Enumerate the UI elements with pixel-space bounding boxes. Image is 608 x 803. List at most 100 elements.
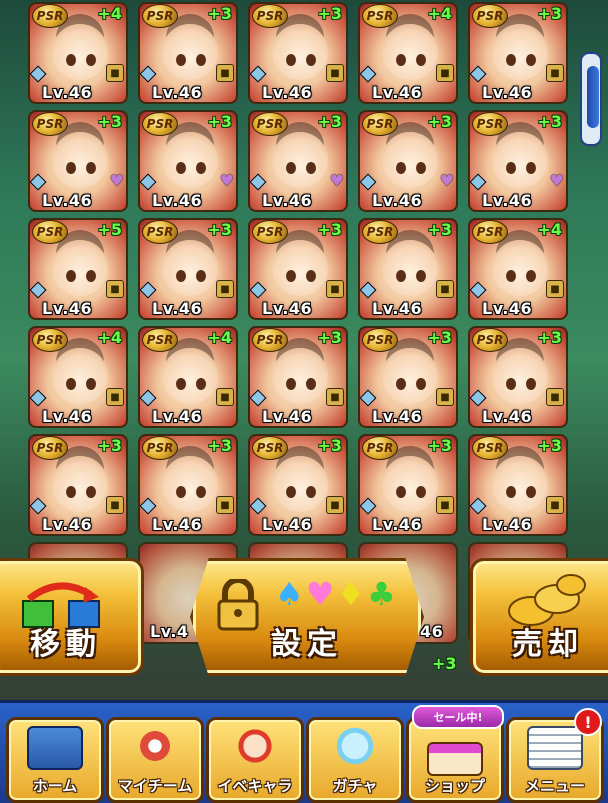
character-card[interactable]: PSR +3 ■ Lv.46 [138,434,238,536]
type-diamond-icon [469,281,487,299]
rarity-badge: PSR [362,220,398,244]
character-card[interactable]: PSR +3 ■ Lv.46 [358,434,458,536]
bonus-level: +3 [537,328,562,347]
scrollbar-thumb[interactable] [587,66,599,128]
bonus-level: +3 [427,220,452,239]
nav-home[interactable]: ホーム [6,717,104,803]
character-portrait [272,456,328,512]
eye-icon [416,54,426,66]
eye-icon [196,54,206,66]
type-diamond-icon [469,497,487,515]
character-card[interactable]: PSR +3 ■ Lv.46 [138,2,238,104]
gold-coins-icon [508,574,586,626]
rarity-badge: PSR [32,4,68,28]
character-card[interactable]: PSR +3 ♥ Lv.46 [138,110,238,212]
rarity-badge: PSR [32,220,68,244]
favorite-heart-icon: ♥ [109,171,124,190]
character-portrait [382,132,438,188]
card-level: Lv.46 [152,407,203,426]
character-card[interactable]: PSR +3 ■ Lv.46 [28,434,128,536]
character-card[interactable]: PSR +3 ■ Lv.46 [248,218,348,320]
eye-icon [416,270,426,282]
type-diamond-icon [249,65,267,83]
eye-icon [196,270,206,282]
character-card[interactable]: PSR +3 ♥ Lv.46 [248,110,348,212]
eye-icon [176,378,186,390]
card-level: Lv.46 [42,515,93,534]
character-card[interactable]: PSR +3 ■ Lv.46 [138,218,238,320]
bonus-level: +3 [207,220,232,239]
character-portrait [492,240,548,296]
character-card[interactable]: PSR +3 ■ Lv.46 [248,326,348,428]
setting-label: 設定 [271,627,343,662]
nav-event-character[interactable]: イベキャラ [206,717,304,803]
eye-icon [396,270,406,282]
lock-icon: ■ [546,388,564,406]
home-book-icon [27,726,83,770]
rarity-badge: PSR [362,328,398,352]
eye-icon [66,378,76,390]
rarity-badge: PSR [32,328,68,352]
lock-icon: ■ [216,496,234,514]
card-level: Lv.46 [262,191,313,210]
character-card[interactable]: PSR +3 ■ Lv.46 [358,218,458,320]
lock-icon: ■ [216,388,234,406]
character-card[interactable]: PSR +4 ■ Lv.46 [358,2,458,104]
character-portrait [162,132,218,188]
notification-badge: ! [574,708,602,736]
menu-list-icon [527,726,583,770]
character-card[interactable]: PSR +3 ♥ Lv.46 [468,110,568,212]
lock-icon: ■ [216,280,234,298]
type-diamond-icon [139,281,157,299]
card-level: Lv.46 [42,407,93,426]
nav-gacha[interactable]: ガチャ [306,717,404,803]
rarity-badge: PSR [142,4,178,28]
character-card[interactable]: PSR +4 ■ Lv.46 [28,2,128,104]
sell-button[interactable]: 売却 [470,558,608,676]
rarity-badge: PSR [252,220,288,244]
character-card[interactable]: PSR +4 ■ Lv.46 [28,326,128,428]
rarity-badge: PSR [472,220,508,244]
club-icon: ♣ [367,575,396,613]
character-portrait [272,240,328,296]
eye-icon [86,378,96,390]
character-card[interactable]: PSR +4 ■ Lv.46 [138,326,238,428]
character-card[interactable]: PSR +3 ■ Lv.46 [468,434,568,536]
rarity-badge: PSR [142,328,178,352]
bonus-level: +3 [427,112,452,131]
lock-setting-button[interactable]: ♠ ♥ ♦ ♣ 設定 [190,558,424,676]
nav-menu-label: メニュー [524,777,585,795]
character-card[interactable]: PSR +5 ■ Lv.46 [28,218,128,320]
eye-icon [196,378,206,390]
diamond-icon: ♦ [336,575,366,613]
type-diamond-icon [29,281,47,299]
character-card[interactable]: PSR +3 ♥ Lv.46 [358,110,458,212]
bonus-level: +3 [97,112,122,131]
nav-shop[interactable]: ショップ [406,717,504,803]
type-diamond-icon [359,389,377,407]
character-card[interactable]: PSR +3 ■ Lv.46 [248,2,348,104]
card-level: Lv.46 [152,83,203,102]
character-portrait [382,240,438,296]
move-button[interactable]: 移動 [0,558,144,676]
character-card[interactable]: PSR +3 ■ Lv.46 [468,326,568,428]
rarity-badge: PSR [252,112,288,136]
eye-icon [286,54,296,66]
character-card[interactable]: PSR +3 ♥ Lv.46 [28,110,128,212]
bonus-level: +3 [207,112,232,131]
character-card[interactable]: PSR +3 ■ Lv.46 [358,326,458,428]
character-portrait [382,456,438,512]
eye-icon [506,378,516,390]
bottom-navigation: ホーム マイチーム イベキャラ ガチャ ショップ メニュー [0,700,608,803]
character-card[interactable]: PSR +3 ■ Lv.46 [468,2,568,104]
lock-icon: ■ [106,280,124,298]
eye-icon [396,54,406,66]
character-portrait [52,348,108,404]
character-card[interactable]: PSR +3 ■ Lv.46 [248,434,348,536]
nav-my-team[interactable]: マイチーム [106,717,204,803]
eye-icon [506,162,516,174]
card-level: Lv.46 [42,83,93,102]
sale-badge: セール中! [412,705,504,729]
eye-icon [306,162,316,174]
character-card[interactable]: PSR +4 ■ Lv.46 [468,218,568,320]
